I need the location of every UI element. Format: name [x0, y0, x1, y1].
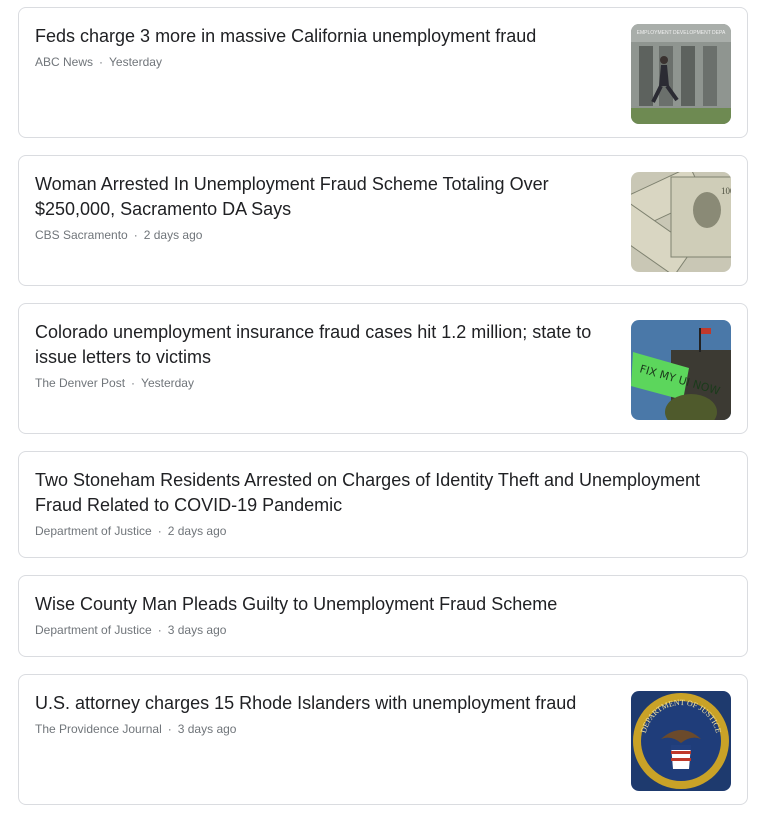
news-card[interactable]: Wise County Man Pleads Guilty to Unemplo…	[18, 575, 748, 657]
article-meta: Department of Justice · 2 days ago	[35, 523, 226, 539]
news-card[interactable]: Woman Arrested In Unemployment Fraud Sch…	[18, 155, 748, 286]
svg-text:100: 100	[721, 186, 731, 196]
meta-separator: ·	[99, 55, 104, 69]
article-source: The Denver Post	[35, 376, 126, 390]
article-title[interactable]: U.S. attorney charges 15 Rhode Islanders…	[35, 691, 595, 716]
runner-building-photo[interactable]: EMPLOYMENT DEVELOPMENT DEPA	[631, 24, 731, 124]
protest-sign-photo[interactable]: FIX MY UI NOW	[631, 320, 731, 420]
article-time: 3 days ago	[177, 722, 237, 736]
meta-separator: ·	[157, 524, 162, 538]
article-meta: ABC News · Yesterday	[35, 54, 162, 70]
article-title[interactable]: Wise County Man Pleads Guilty to Unemplo…	[35, 592, 725, 617]
article-source: CBS Sacramento	[35, 228, 128, 242]
article-meta: Department of Justice · 3 days ago	[35, 622, 226, 638]
article-title[interactable]: Colorado unemployment insurance fraud ca…	[35, 320, 605, 370]
news-card[interactable]: Feds charge 3 more in massive California…	[18, 7, 748, 138]
article-meta: CBS Sacramento · 2 days ago	[35, 227, 202, 243]
article-meta: The Denver Post · Yesterday	[35, 375, 194, 391]
article-time: Yesterday	[141, 376, 194, 390]
article-time: 2 days ago	[167, 524, 227, 538]
article-source: Department of Justice	[35, 524, 152, 538]
meta-separator: ·	[167, 722, 172, 736]
news-card[interactable]: U.S. attorney charges 15 Rhode Islanders…	[18, 674, 748, 805]
building-sign-text: EMPLOYMENT DEVELOPMENT DEPA	[637, 30, 726, 36]
article-meta: The Providence Journal · 3 days ago	[35, 721, 236, 737]
article-source: Department of Justice	[35, 623, 152, 637]
article-title[interactable]: Two Stoneham Residents Arrested on Charg…	[35, 468, 725, 518]
article-time: 3 days ago	[167, 623, 227, 637]
meta-separator: ·	[157, 623, 162, 637]
doj-seal-photo[interactable]: DEPARTMENT OF JUSTICE	[631, 691, 731, 791]
meta-separator: ·	[133, 228, 138, 242]
article-source: The Providence Journal	[35, 722, 162, 736]
article-title[interactable]: Feds charge 3 more in massive California…	[35, 24, 595, 49]
news-card[interactable]: Two Stoneham Residents Arrested on Charg…	[18, 451, 748, 558]
article-source: ABC News	[35, 55, 94, 69]
article-time: 2 days ago	[143, 228, 203, 242]
article-title[interactable]: Woman Arrested In Unemployment Fraud Sch…	[35, 172, 595, 222]
dollar-bills-photo[interactable]: 100	[631, 172, 731, 272]
article-time: Yesterday	[109, 55, 162, 69]
news-card[interactable]: Colorado unemployment insurance fraud ca…	[18, 303, 748, 434]
meta-separator: ·	[131, 376, 136, 390]
